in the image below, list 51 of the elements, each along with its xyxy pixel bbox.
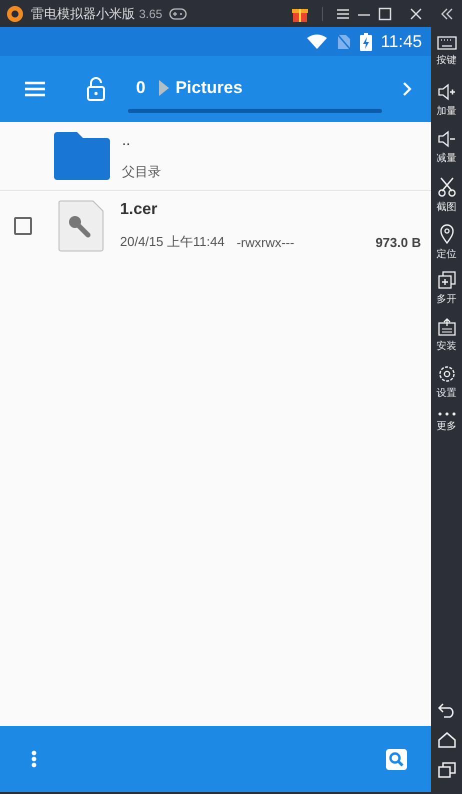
no-sim-icon — [336, 34, 351, 50]
sidebar-label: 减量 — [436, 152, 456, 165]
selection-count: 0 — [136, 78, 146, 98]
scissors-icon[interactable] — [438, 177, 456, 197]
install-icon[interactable] — [438, 318, 456, 336]
location-pin-icon[interactable] — [440, 224, 454, 244]
sidebar-label: 多开 — [436, 293, 456, 306]
more-icon[interactable] — [436, 412, 456, 416]
sidebar-label: 安装 — [436, 340, 456, 353]
battery-icon — [360, 32, 372, 50]
sidebar-label: 加量 — [436, 104, 456, 118]
back-icon[interactable] — [438, 702, 456, 718]
sidebar-label: 定位 — [436, 248, 456, 261]
search-icon[interactable] — [386, 748, 407, 770]
file-name: .. — [122, 132, 132, 148]
close-icon[interactable] — [409, 6, 423, 20]
window-title: 雷电模拟器小米版 — [31, 4, 135, 22]
maximize-icon[interactable] — [378, 6, 392, 20]
recent-apps-icon[interactable] — [438, 762, 456, 778]
sidebar-label: 截图 — [436, 200, 456, 214]
menu-icon[interactable] — [336, 8, 350, 20]
volume-down-icon[interactable] — [436, 130, 456, 148]
chevron-right-icon[interactable] — [402, 81, 412, 97]
sidebar-label: 更多 — [436, 420, 456, 433]
file-name: 1.cer — [120, 201, 158, 219]
collapse-icon[interactable] — [440, 8, 454, 20]
clock-text: 11:45 — [380, 32, 422, 52]
list-item[interactable]: .. 父目录 — [0, 122, 431, 191]
gamepad-icon[interactable] — [169, 8, 188, 20]
settings-icon[interactable] — [438, 365, 456, 383]
breadcrumb-item[interactable]: Pictures — [175, 78, 243, 98]
caret-icon — [159, 80, 170, 96]
checkbox[interactable] — [14, 217, 32, 235]
more-vertical-icon[interactable] — [31, 750, 37, 768]
volume-up-icon[interactable] — [436, 83, 456, 101]
multi-window-icon[interactable] — [438, 271, 456, 289]
file-size: 973.0 B — [375, 234, 421, 250]
file-permissions: -rwxrwx--- — [236, 234, 294, 250]
wifi-icon — [306, 34, 328, 50]
file-description: 父目录 — [122, 162, 162, 180]
list-item[interactable]: 1.cer 20/4/15 上午11:44 -rwxrwx--- 973.0 B — [0, 191, 431, 261]
sidebar-label: 按键 — [436, 54, 456, 67]
unlock-icon[interactable] — [86, 77, 106, 101]
home-icon[interactable] — [438, 732, 456, 748]
version-text: 3.65 — [139, 6, 162, 20]
key-file-icon — [58, 200, 104, 252]
folder-icon — [52, 131, 112, 181]
file-date: 20/4/15 上午11:44 — [120, 233, 225, 251]
keyboard-icon[interactable] — [436, 36, 456, 50]
sidebar-label: 设置 — [436, 386, 456, 400]
logo-icon — [6, 4, 24, 22]
